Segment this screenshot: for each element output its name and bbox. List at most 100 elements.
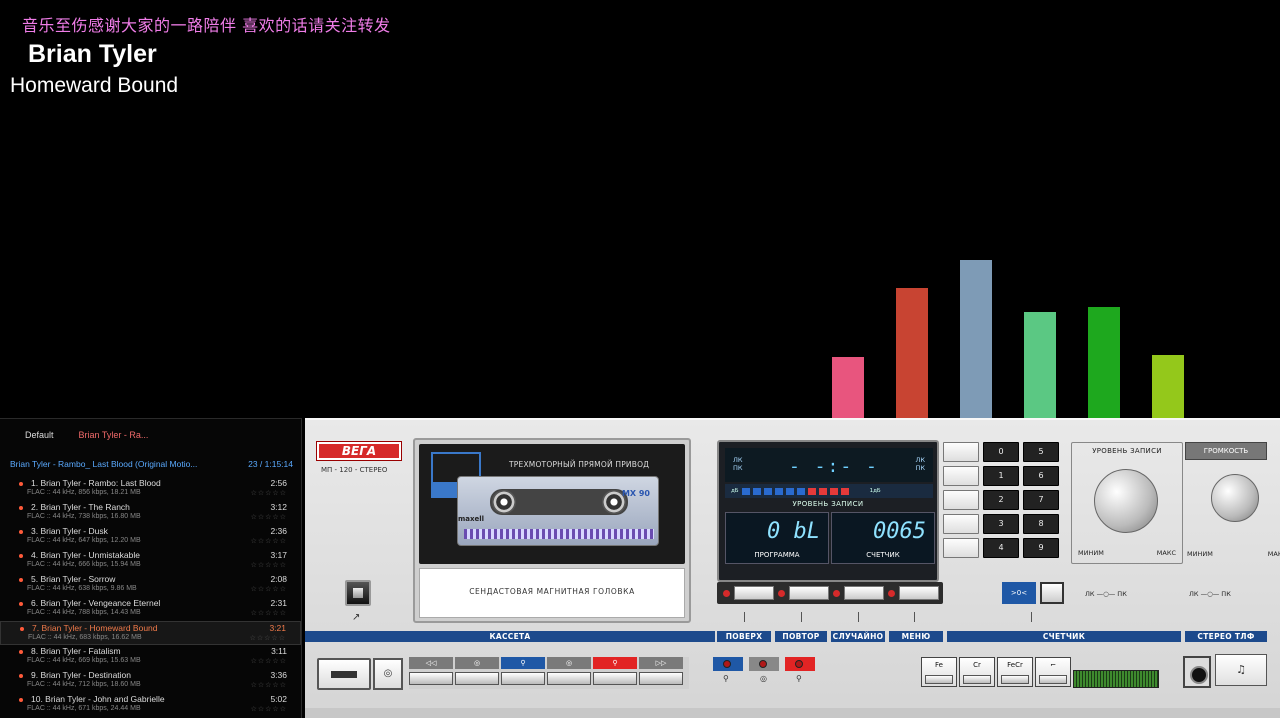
rating-stars-icon[interactable]: ☆☆☆☆☆	[251, 585, 287, 593]
section-cassette: КАССЕТА	[305, 631, 715, 642]
keypad-key[interactable]: 0	[983, 442, 1019, 462]
track-meta: FLAC :: 44 kHz, 647 kbps, 12.20 MB	[27, 537, 141, 544]
tape-auto-label: ⌐	[1050, 661, 1056, 669]
transport-label: ◎	[547, 657, 591, 669]
record-button[interactable]: ◎	[373, 658, 403, 690]
cassette-brand: maxell	[458, 515, 485, 523]
playlist-item[interactable]: 2. Brian Tyler - The Ranch 3:12 FLAC :: 44…	[0, 501, 301, 525]
tape-cr-button[interactable]: Cr	[959, 657, 995, 687]
keypad-key[interactable]	[943, 466, 979, 486]
rating-stars-icon[interactable]: ☆☆☆☆☆	[251, 657, 287, 665]
repeat-top-button[interactable]	[713, 657, 743, 671]
counter-mode-button[interactable]	[1040, 582, 1064, 604]
keypad-key[interactable]: 3	[983, 514, 1019, 534]
rating-stars-icon[interactable]: ☆☆☆☆☆	[251, 489, 287, 497]
rating-stars-icon[interactable]: ☆☆☆☆☆	[251, 561, 287, 569]
banner-text: 音乐至伤感谢大家的一路陪伴 喜欢的话请关注转发	[22, 16, 391, 35]
meter-seg	[796, 487, 805, 495]
eject-button[interactable]	[317, 658, 371, 690]
keypad-key[interactable]: 1	[983, 466, 1019, 486]
keypad-key[interactable]	[943, 514, 979, 534]
keypad-key[interactable]: 5	[1023, 442, 1059, 462]
cassette-deck: BEГA МП - 120 - СТЕРЕО ↗ ТРЕХМОТОРНЫЙ ПР…	[305, 418, 1280, 718]
meter-seg	[763, 487, 772, 495]
function-button-3[interactable]	[844, 586, 884, 600]
keypad-key[interactable]	[943, 442, 979, 462]
playlist-item[interactable]: 10. Brian Tyler - John and Gabrielle 5:02…	[0, 693, 301, 717]
transport-key[interactable]	[639, 672, 683, 685]
rec-level-knob[interactable]	[1094, 469, 1158, 533]
volume-knob[interactable]	[1211, 474, 1259, 522]
reel-left-icon	[492, 490, 516, 514]
keypad-key[interactable]	[943, 538, 979, 558]
meter-seg	[752, 487, 761, 495]
cassette-type: MX 90	[621, 489, 650, 498]
section-counter: СЧЕТЧИК	[947, 631, 1181, 642]
function-button-4[interactable]	[899, 586, 939, 600]
lk-pk-switch-2[interactable]: ЛК —○— ПК	[1189, 590, 1231, 598]
playlist-item[interactable]: 3. Brian Tyler - Dusk 2:36 FLAC :: 44 kHz,…	[0, 525, 301, 549]
playlist-item[interactable]: 6. Brian Tyler - Vengeance Eternel 2:31 FL…	[0, 597, 301, 621]
playlist-items: 1. Brian Tyler - Rambo: Last Blood 2:56 FL…	[0, 477, 301, 717]
headphone-button[interactable]: ♫	[1215, 654, 1267, 686]
random-button[interactable]	[785, 657, 815, 671]
track-duration: 5:02	[270, 694, 287, 704]
track-duration: 3:11	[271, 646, 287, 656]
tape-fecr-button[interactable]: FeCr	[997, 657, 1033, 687]
visualizer-bar	[896, 288, 928, 418]
tape-window	[490, 489, 628, 515]
transport-label: ▷▷	[639, 657, 683, 669]
playlist-item[interactable]: 8. Brian Tyler - Fatalism 3:11 FLAC :: 44 …	[0, 645, 301, 669]
tape-key	[1039, 675, 1067, 684]
transport-label: ◁◁	[409, 657, 453, 669]
rating-stars-icon[interactable]: ☆☆☆☆☆	[251, 681, 287, 689]
function-button-2[interactable]	[789, 586, 829, 600]
playlist-item[interactable]: 7. Brian Tyler - Homeward Bound 3:21 FLAC …	[0, 621, 301, 645]
playlist-item[interactable]: 9. Brian Tyler - Destination 3:36 FLAC :: …	[0, 669, 301, 693]
bullet-icon	[19, 530, 23, 534]
artist-name: Brian Tyler	[28, 40, 157, 68]
keypad-key[interactable]: 8	[1023, 514, 1059, 534]
tab-album[interactable]: Brian Tyler - Ra...	[54, 430, 149, 440]
tab-default[interactable]: Default	[0, 430, 54, 440]
playlist-group-header[interactable]: Brian Tyler - Rambo_ Last Blood (Origina…	[0, 451, 301, 477]
transport-key[interactable]	[501, 672, 545, 685]
keypad-key[interactable]: 9	[1023, 538, 1059, 558]
rating-stars-icon[interactable]: ☆☆☆☆☆	[250, 634, 286, 642]
keypad-key[interactable]: 4	[983, 538, 1019, 558]
eject-small-button[interactable]	[345, 580, 371, 606]
visualizer-bar	[1152, 355, 1184, 418]
keypad-key[interactable]: 6	[1023, 466, 1059, 486]
meter-seg	[807, 487, 816, 495]
repeat-button[interactable]	[749, 657, 779, 671]
led-indicator	[795, 660, 803, 668]
playlist-item[interactable]: 1. Brian Tyler - Rambo: Last Blood 2:56 FL…	[0, 477, 301, 501]
transport-key[interactable]	[409, 672, 453, 685]
rating-stars-icon[interactable]: ☆☆☆☆☆	[251, 705, 287, 713]
transport-key[interactable]	[455, 672, 499, 685]
track-name: 8. Brian Tyler - Fatalism	[31, 646, 121, 656]
transport-key[interactable]	[593, 672, 637, 685]
playlist-item[interactable]: 5. Brian Tyler - Sorrow 2:08 FLAC :: 44 kH…	[0, 573, 301, 597]
visualizer-bar	[832, 357, 864, 418]
playlist-item[interactable]: 4. Brian Tyler - Unmistakable 3:17 FLAC ::…	[0, 549, 301, 573]
tape-auto-button[interactable]: ⌐	[1035, 657, 1071, 687]
rating-stars-icon[interactable]: ☆☆☆☆☆	[251, 537, 287, 545]
rating-stars-icon[interactable]: ☆☆☆☆☆	[251, 609, 287, 617]
led-indicator	[723, 660, 731, 668]
keypad-key[interactable]: 7	[1023, 490, 1059, 510]
keypad-key[interactable]	[943, 490, 979, 510]
tape-fe-button[interactable]: Fe	[921, 657, 957, 687]
bullet-icon	[19, 506, 23, 510]
led-indicator	[759, 660, 767, 668]
track-meta: FLAC :: 44 kHz, 638 kbps, 9.86 MB	[27, 585, 137, 592]
rec-level-title: УРОВЕНЬ ЗАПИСИ	[1092, 447, 1162, 455]
counter-reset-button[interactable]: >0<	[1002, 582, 1036, 604]
keypad-key[interactable]: 2	[983, 490, 1019, 510]
meter-seg	[774, 487, 783, 495]
rec-level-max: МАКС	[1156, 549, 1176, 557]
function-button-1[interactable]	[734, 586, 774, 600]
transport-key[interactable]	[547, 672, 591, 685]
rating-stars-icon[interactable]: ☆☆☆☆☆	[251, 513, 287, 521]
lk-pk-switch-1[interactable]: ЛК —○— ПК	[1085, 590, 1127, 598]
